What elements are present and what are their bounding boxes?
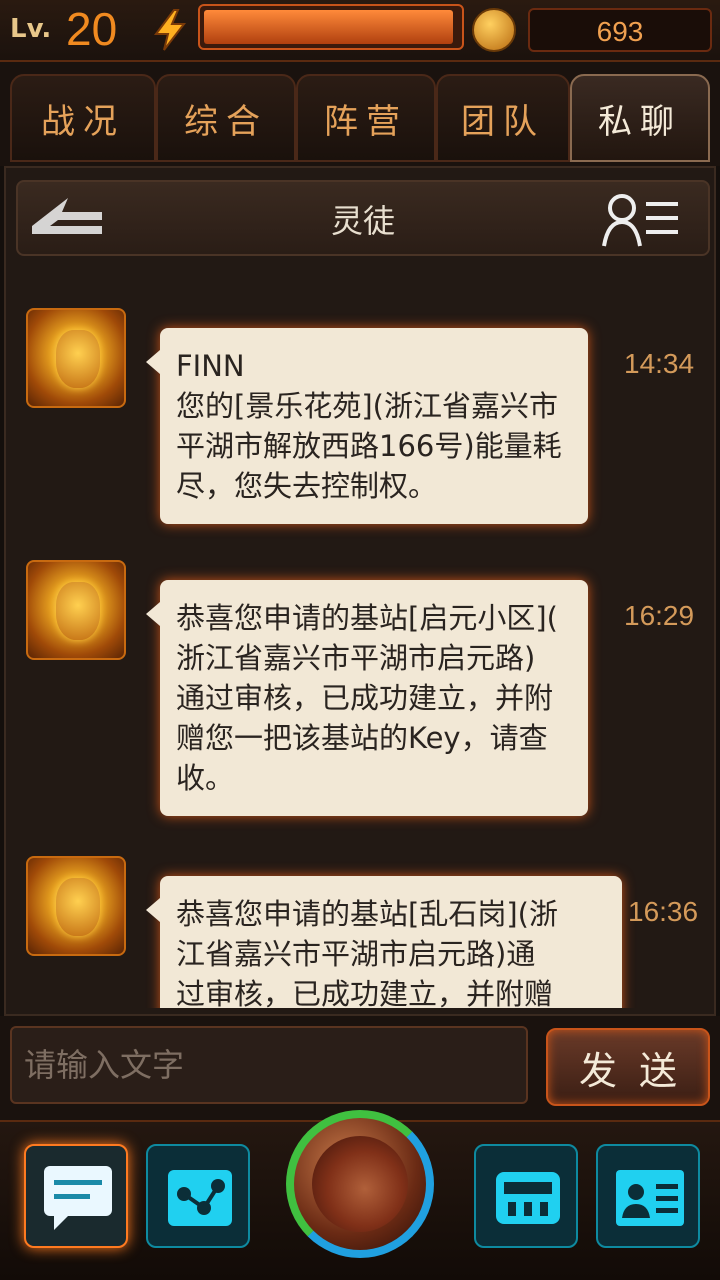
status-bar: Lv. 20 693 (0, 0, 720, 62)
chat-header: 灵徒 (16, 180, 710, 256)
avatar[interactable] (26, 856, 126, 956)
tab-general[interactable]: 综合 (156, 74, 296, 162)
energy-bar (198, 4, 464, 50)
tab-battle[interactable]: 战况 (10, 74, 156, 162)
tab-label: 团队 (461, 101, 545, 142)
message-bubble: 恭喜您申请的基站[启元小区]( 浙江省嘉兴市平湖市启元路) 通过审核，已成功建立… (146, 580, 588, 816)
lightning-icon (154, 9, 187, 51)
share-icon (168, 1170, 232, 1226)
message-time: 16:36 (628, 896, 699, 927)
coin-value: 693 (596, 16, 644, 47)
chat-panel: 灵徒 FINN 您的[景乐花苑](浙江省嘉兴市 平湖市解放西路166号)能量耗 … (4, 166, 716, 1016)
tab-label: 战况 (41, 101, 125, 142)
contacts-list-icon[interactable] (602, 190, 682, 250)
chat-icon (44, 1166, 112, 1230)
message-time: 16:29 (624, 600, 695, 631)
profile-card-icon (616, 1170, 684, 1226)
tab-label: 私聊 (598, 101, 682, 142)
message-input[interactable] (10, 1026, 528, 1104)
tab-label: 综合 (184, 101, 268, 142)
level-value: 20 (66, 3, 118, 55)
message-bubble: FINN 您的[景乐花苑](浙江省嘉兴市 平湖市解放西路166号)能量耗 尽，您… (146, 328, 588, 524)
chat-nav-button[interactable] (24, 1144, 128, 1248)
message-bubble: 恭喜您申请的基站[乱石岗](浙 江省嘉兴市平湖市启元路)通 过审核，已成功建立，… (146, 876, 622, 1008)
inventory-icon (496, 1172, 560, 1224)
send-button[interactable]: 发送 (546, 1028, 710, 1106)
channel-tabs: 战况 综合 阵营 团队 私聊 (0, 62, 720, 166)
coin-counter: 693 (528, 8, 712, 52)
bottom-nav (0, 1110, 720, 1280)
avatar[interactable] (26, 308, 126, 408)
tab-label: 阵营 (324, 101, 408, 142)
message-list[interactable]: FINN 您的[景乐花苑](浙江省嘉兴市 平湖市解放西路166号)能量耗 尽，您… (6, 268, 714, 1008)
avatar[interactable] (26, 560, 126, 660)
inventory-nav-button[interactable] (474, 1144, 578, 1248)
message-time: 14:34 (624, 348, 695, 379)
tab-private-chat[interactable]: 私聊 (570, 74, 710, 162)
energy-fill (204, 10, 453, 44)
level-label: Lv. (10, 14, 52, 44)
share-nav-button[interactable] (146, 1144, 250, 1248)
coin-icon (472, 8, 516, 52)
tab-faction[interactable]: 阵营 (296, 74, 436, 162)
input-area: 发送 (0, 1016, 720, 1120)
profile-nav-button[interactable] (596, 1144, 700, 1248)
globe-icon[interactable] (286, 1110, 434, 1258)
tab-team[interactable]: 团队 (436, 74, 570, 162)
